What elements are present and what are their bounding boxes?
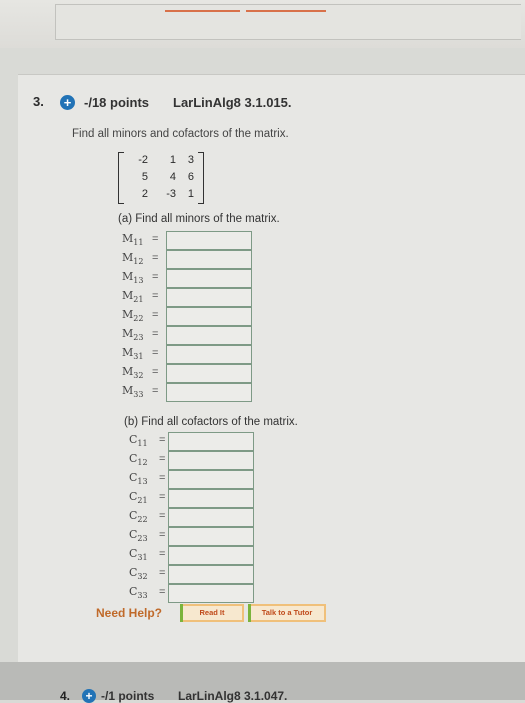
cofactor-label: C33 [129,585,148,601]
minor-label: M31 [122,346,144,362]
matrix-cell: 6 [187,171,194,183]
minor-input-33[interactable] [166,383,252,402]
cofactor-label: C11 [129,433,148,449]
matrix-cell: 2 [141,188,148,200]
matrix-cell: 5 [141,171,148,183]
minor-input-32[interactable] [166,364,252,383]
cofactor-label: C32 [129,566,148,582]
question-points: -/18 points [84,95,150,110]
matrix-right-bracket [198,152,204,204]
equals-sign: = [152,309,159,321]
equals-sign: = [152,233,159,245]
equals-sign: = [159,529,166,541]
cofactor-input-33[interactable] [168,584,254,603]
cofactor-input-32[interactable] [168,565,254,584]
equals-sign: = [152,271,159,283]
part-b-heading: (b) Find all cofactors of the matrix. [124,416,298,428]
minor-label: M21 [122,289,144,305]
cofactor-label: C12 [129,452,148,468]
equals-sign: = [159,510,166,522]
minor-label: M33 [122,384,144,400]
equals-sign: = [152,347,159,359]
minor-input-21[interactable] [166,288,252,307]
equals-sign: = [159,548,166,560]
equals-sign: = [159,434,166,446]
minor-label: M23 [122,327,144,343]
equals-sign: = [152,366,159,378]
equals-sign: = [152,328,159,340]
matrix-cell: -3 [166,188,176,200]
minor-input-11[interactable] [166,231,252,250]
next-question-points: -/1 points [101,689,155,703]
equals-sign: = [159,453,166,465]
plus-icon[interactable]: + [60,95,75,110]
browser-top-bar [0,0,525,48]
next-plus-icon[interactable]: + [82,689,96,703]
matrix-cell: 1 [169,154,176,166]
minor-input-22[interactable] [166,307,252,326]
equals-sign: = [152,252,159,264]
equals-sign: = [159,567,166,579]
minor-input-23[interactable] [166,326,252,345]
minor-input-12[interactable] [166,250,252,269]
matrix: -2 1 3 5 4 6 2 -3 1 [118,152,204,204]
cofactor-input-23[interactable] [168,527,254,546]
matrix-cell: 4 [169,171,176,183]
cofactor-label: C22 [129,509,148,525]
matrix-left-bracket [118,152,124,204]
cofactor-input-11[interactable] [168,432,254,451]
next-question-number: 4. [60,689,71,703]
question-code: LarLinAlg8 3.1.015. [173,95,292,110]
top-stripe-left [165,10,240,12]
talk-to-tutor-button[interactable]: Talk to a Tutor [248,604,326,622]
minor-label: M22 [122,308,144,324]
equals-sign: = [159,491,166,503]
cofactor-label: C21 [129,490,148,506]
minor-label: M13 [122,270,144,286]
cofactor-label: C23 [129,528,148,544]
read-it-button[interactable]: Read It [180,604,244,622]
cofactor-label: C13 [129,471,148,487]
question-panel [18,74,525,663]
question-number: 3. [33,94,44,109]
part-a-heading: (a) Find all minors of the matrix. [118,213,280,225]
matrix-cell: 1 [187,188,194,200]
matrix-cell: -2 [138,154,148,166]
minor-input-13[interactable] [166,269,252,288]
equals-sign: = [152,385,159,397]
equals-sign: = [152,290,159,302]
equals-sign: = [159,472,166,484]
minor-label: M32 [122,365,144,381]
top-stripe-right [246,10,326,12]
minor-input-31[interactable] [166,345,252,364]
cofactor-label: C31 [129,547,148,563]
minor-label: M11 [122,232,144,248]
cofactor-input-21[interactable] [168,489,254,508]
minor-label: M12 [122,251,144,267]
next-question-code: LarLinAlg8 3.1.047. [178,689,288,703]
cofactor-input-13[interactable] [168,470,254,489]
cofactor-input-12[interactable] [168,451,254,470]
need-help-label: Need Help? [96,606,163,620]
question-instruction: Find all minors and cofactors of the mat… [72,128,289,140]
matrix-cell: 3 [187,154,194,166]
cofactor-input-31[interactable] [168,546,254,565]
cofactor-input-22[interactable] [168,508,254,527]
equals-sign: = [159,586,166,598]
